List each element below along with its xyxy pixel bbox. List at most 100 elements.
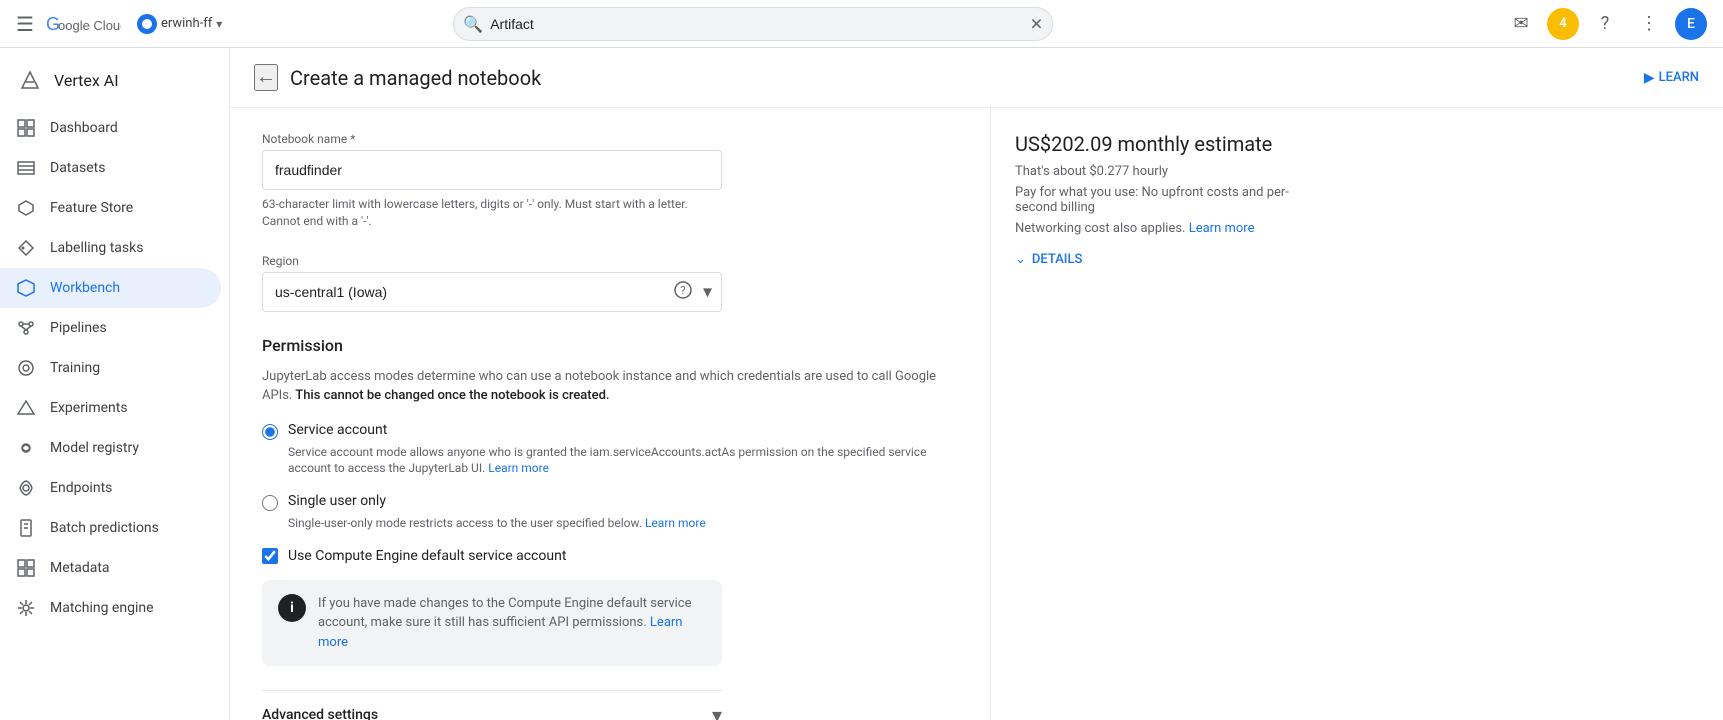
sidebar-item-endpoints[interactable]: Endpoints bbox=[0, 468, 221, 508]
metadata-icon bbox=[16, 558, 36, 578]
workbench-icon bbox=[16, 278, 36, 298]
svg-text:oogle Cloud: oogle Cloud bbox=[58, 18, 121, 33]
region-field: Region us-central1 (Iowa) us-east1 (Sout… bbox=[262, 254, 958, 312]
project-icon bbox=[137, 14, 157, 34]
learn-label: LEARN bbox=[1659, 70, 1699, 85]
pipelines-icon bbox=[16, 318, 36, 338]
notebook-name-field: Notebook name * 63-character limit with … bbox=[262, 132, 958, 230]
sidebar-item-label: Model registry bbox=[50, 440, 139, 456]
single-user-title: Single user only bbox=[288, 493, 386, 509]
sidebar-item-datasets[interactable]: Datasets bbox=[0, 148, 221, 188]
email-icon[interactable]: ✉ bbox=[1503, 6, 1539, 42]
main-layout: Vertex AI Dashboard Datasets Feature Sto… bbox=[0, 48, 1723, 720]
networking-learn-more[interactable]: Learn more bbox=[1189, 221, 1255, 236]
batch-predictions-icon bbox=[16, 518, 36, 538]
sidebar-item-training[interactable]: Training bbox=[0, 348, 221, 388]
more-icon[interactable]: ⋮ bbox=[1631, 6, 1667, 42]
form-content: Notebook name * 63-character limit with … bbox=[230, 108, 1723, 720]
sidebar-item-model-registry[interactable]: Model registry bbox=[0, 428, 221, 468]
avatar[interactable]: E bbox=[1675, 8, 1707, 40]
page-title: Create a managed notebook bbox=[290, 66, 541, 90]
sidebar-item-label: Matching engine bbox=[50, 600, 154, 616]
region-select-wrapper: us-central1 (Iowa) us-east1 (South Carol… bbox=[262, 272, 722, 312]
info-text: If you have made changes to the Compute … bbox=[318, 594, 706, 653]
content-area: ← Create a managed notebook ▶ LEARN Note… bbox=[230, 48, 1723, 720]
service-account-option: Service account Service account mode all… bbox=[262, 422, 958, 478]
search-input[interactable] bbox=[453, 7, 1053, 41]
topbar: ☰ G oogle Cloud erwinh-ff ▾ 🔍 ✕ ✉ 4 ? ⋮ … bbox=[0, 0, 1723, 48]
single-user-radio[interactable] bbox=[262, 495, 278, 511]
learn-button[interactable]: ▶ LEARN bbox=[1644, 70, 1699, 86]
compute-engine-checkbox[interactable] bbox=[262, 548, 278, 564]
estimate-title: US$202.09 monthly estimate bbox=[1015, 132, 1306, 156]
svg-text:?: ? bbox=[680, 284, 685, 297]
sidebar-item-label: Metadata bbox=[50, 560, 110, 576]
search-clear-icon[interactable]: ✕ bbox=[1030, 14, 1043, 33]
info-box: i If you have made changes to the Comput… bbox=[262, 580, 722, 667]
region-help-icon[interactable]: ? bbox=[674, 281, 692, 303]
details-label: DETAILS bbox=[1032, 252, 1082, 267]
sidebar-item-label: Pipelines bbox=[50, 320, 107, 336]
sidebar-item-label: Workbench bbox=[50, 280, 120, 296]
project-selector[interactable]: erwinh-ff ▾ bbox=[137, 14, 222, 34]
sidebar-product: Vertex AI bbox=[0, 56, 229, 108]
form-right: US$202.09 monthly estimate That's about … bbox=[990, 108, 1330, 720]
details-toggle[interactable]: ⌄ DETAILS bbox=[1015, 252, 1306, 267]
sidebar-item-feature-store[interactable]: Feature Store bbox=[0, 188, 221, 228]
back-button[interactable]: ← bbox=[254, 64, 278, 91]
sidebar-product-name: Vertex AI bbox=[54, 71, 119, 90]
notebook-name-label: Notebook name * bbox=[262, 132, 958, 146]
training-icon bbox=[16, 358, 36, 378]
sidebar-item-label: Training bbox=[50, 360, 100, 376]
search-icon: 🔍 bbox=[463, 14, 483, 33]
sidebar-item-labelling-tasks[interactable]: Labelling tasks bbox=[0, 228, 221, 268]
endpoints-icon bbox=[16, 478, 36, 498]
compute-engine-checkbox-row: Use Compute Engine default service accou… bbox=[262, 548, 958, 564]
menu-icon[interactable]: ☰ bbox=[16, 12, 34, 36]
advanced-settings-label: Advanced settings bbox=[262, 707, 378, 720]
experiments-icon bbox=[16, 398, 36, 418]
logo: G oogle Cloud bbox=[46, 12, 121, 36]
sidebar-item-workbench[interactable]: Workbench bbox=[0, 268, 221, 308]
service-account-radio[interactable] bbox=[262, 424, 278, 440]
sidebar-item-experiments[interactable]: Experiments bbox=[0, 388, 221, 428]
notification-badge[interactable]: 4 bbox=[1547, 8, 1579, 40]
single-user-radio-label[interactable]: Single user only bbox=[262, 493, 958, 511]
sidebar: Vertex AI Dashboard Datasets Feature Sto… bbox=[0, 48, 230, 720]
service-account-radio-label[interactable]: Service account bbox=[262, 422, 958, 440]
single-user-learn-more[interactable]: Learn more bbox=[645, 516, 706, 530]
single-user-desc: Single-user-only mode restricts access t… bbox=[288, 515, 958, 532]
model-registry-icon bbox=[16, 438, 36, 458]
learn-icon: ▶ bbox=[1644, 70, 1655, 86]
vertex-ai-icon bbox=[16, 66, 44, 94]
sidebar-item-pipelines[interactable]: Pipelines bbox=[0, 308, 221, 348]
sidebar-item-dashboard[interactable]: Dashboard bbox=[0, 108, 221, 148]
permission-desc: JupyterLab access modes determine who ca… bbox=[262, 367, 958, 406]
page-header: ← Create a managed notebook ▶ LEARN bbox=[230, 48, 1723, 108]
search-bar: 🔍 ✕ bbox=[453, 7, 1053, 41]
sidebar-item-metadata[interactable]: Metadata bbox=[0, 548, 221, 588]
region-select[interactable]: us-central1 (Iowa) us-east1 (South Carol… bbox=[262, 272, 722, 312]
compute-engine-label[interactable]: Use Compute Engine default service accou… bbox=[288, 548, 566, 564]
sidebar-item-label: Datasets bbox=[50, 160, 105, 176]
info-icon: i bbox=[278, 594, 306, 622]
sidebar-item-label: Experiments bbox=[50, 400, 128, 416]
estimate-hourly: That's about $0.277 hourly bbox=[1015, 164, 1306, 179]
matching-engine-icon bbox=[16, 598, 36, 618]
estimate-no-upfront: Pay for what you use: No upfront costs a… bbox=[1015, 185, 1306, 215]
sidebar-item-batch-predictions[interactable]: Batch predictions bbox=[0, 508, 221, 548]
service-account-learn-more[interactable]: Learn more bbox=[488, 461, 549, 475]
single-user-option: Single user only Single-user-only mode r… bbox=[262, 493, 958, 532]
estimate-networking: Networking cost also applies. Learn more bbox=[1015, 221, 1306, 236]
sidebar-item-label: Dashboard bbox=[50, 120, 118, 136]
sidebar-item-label: Endpoints bbox=[50, 480, 112, 496]
help-icon[interactable]: ? bbox=[1587, 6, 1623, 42]
region-label: Region bbox=[262, 254, 958, 268]
service-account-desc: Service account mode allows anyone who i… bbox=[288, 444, 958, 478]
sidebar-item-label: Labelling tasks bbox=[50, 240, 143, 256]
advanced-settings-row[interactable]: Advanced settings ▾ bbox=[262, 690, 722, 720]
notebook-name-input[interactable] bbox=[262, 150, 722, 190]
sidebar-item-matching-engine[interactable]: Matching engine bbox=[0, 588, 221, 628]
feature-store-icon bbox=[16, 198, 36, 218]
details-chevron-icon: ⌄ bbox=[1015, 252, 1026, 267]
